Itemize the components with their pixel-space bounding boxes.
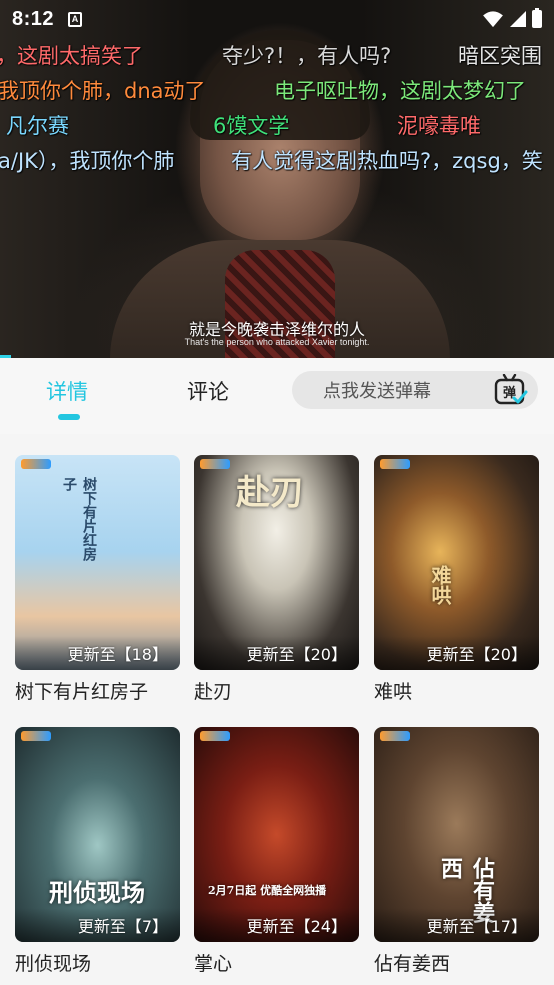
danmaku-comment: 凡尔赛 (6, 114, 69, 138)
drama-card[interactable]: 赴刃 更新至【20】 赴刃 (194, 455, 359, 704)
drama-poster[interactable]: 刑侦现场 更新至【7】 (15, 727, 180, 942)
status-time: 8:12 (12, 7, 55, 30)
drama-poster[interactable]: 难哄更新至【20】 (374, 455, 539, 670)
danmaku-comment: 电子呕吐物，这剧太梦幻了 (274, 79, 526, 103)
status-bar: 8:12 A (0, 0, 554, 38)
update-status-badge: 更新至【20】 (194, 636, 359, 670)
drama-card[interactable]: 佔有姜西 更新至【17】佔有姜西 (374, 727, 539, 976)
poster-calligraphy: 2月7日起 优酷全网独播 (208, 884, 327, 897)
poster-calligraphy: 树下有片红房子 (61, 477, 97, 561)
drama-title[interactable]: 难哄 (374, 677, 539, 704)
danmaku-comment: 6馍文学 (213, 114, 290, 138)
drama-card[interactable]: 2月7日起 优酷全网独播更新至【24】掌心 (194, 727, 359, 976)
platform-logo-icon (200, 731, 230, 741)
subtitle-english: That's the person who attacked Xavier to… (184, 337, 370, 347)
battery-icon (532, 8, 542, 28)
drama-title[interactable]: 刑侦现场 (15, 949, 180, 976)
drama-card[interactable]: 刑侦现场 更新至【7】 刑侦现场 (15, 727, 180, 976)
drama-grid: 树下有片红房子 更新至【18】 树下有片红房子 赴刃 更新至【20】 赴刃 难哄 更新至【20… (0, 434, 554, 985)
drama-poster[interactable]: 赴刃更新至【20】 (194, 455, 359, 670)
drama-title[interactable]: 掌心 (194, 949, 359, 976)
danmaku-comment: 暗区突围 (458, 44, 542, 68)
danmaku-comment: ，这剧太搞笑了 (0, 44, 143, 68)
danmaku-comment: 泥嚎毒唯 (397, 114, 481, 138)
danmaku-comment: a/JK），我顶你个肺 (0, 149, 175, 173)
update-status-badge: 更新至【7】 (15, 908, 180, 942)
update-status-badge: 更新至【18】 (15, 636, 180, 670)
platform-logo-icon (21, 731, 51, 741)
danmaku-input[interactable]: 点我发送弹幕 弹 (292, 371, 538, 409)
danmaku-comment: 我顶你个肺，dna动了 (0, 79, 206, 103)
poster-calligraphy: 刑侦现场 (49, 878, 145, 907)
video-player[interactable]: 8:12 A ，这剧太搞笑了 夺少?！，有人吗? 暗区突围我顶你个肺，dna动了 电子… (0, 0, 554, 358)
platform-logo-icon (380, 459, 410, 469)
drama-card[interactable]: 难哄 更新至【20】 难哄 (374, 455, 539, 704)
platform-logo-icon (380, 731, 410, 741)
drama-poster[interactable]: 佔有姜西 更新至【17】 (374, 727, 539, 942)
tab-bar: 详情 评论 点我发送弹幕 弹 (0, 358, 554, 434)
danmaku-toggle-icon[interactable]: 弹 (494, 374, 528, 406)
drama-poster[interactable]: 2月7日起 优酷全网独播更新至【24】 (194, 727, 359, 942)
platform-logo-icon (21, 459, 51, 469)
signal-icon (510, 11, 526, 27)
danmaku-comment: 有人觉得这剧热血吗?，zqsg，笑 (231, 149, 543, 173)
drama-title[interactable]: 赴刃 (194, 677, 359, 704)
poster-calligraphy: 赴刃 (236, 473, 304, 513)
drama-title[interactable]: 树下有片红房子 (15, 677, 180, 704)
poster-calligraphy: 难哄 (428, 565, 452, 605)
tab-active-indicator (58, 414, 80, 420)
notification-icon: A (68, 11, 83, 27)
danmaku-input-placeholder: 点我发送弹幕 (323, 381, 431, 402)
update-status-badge: 更新至【24】 (194, 908, 359, 942)
update-status-badge: 更新至【20】 (374, 636, 539, 670)
update-status-badge: 更新至【17】 (374, 908, 539, 942)
drama-card[interactable]: 树下有片红房子 更新至【18】 树下有片红房子 (15, 455, 180, 704)
drama-title[interactable]: 佔有姜西 (374, 949, 539, 976)
platform-logo-icon (200, 459, 230, 469)
danmaku-comment: 夺少?！，有人吗? (222, 44, 392, 68)
wifi-icon (483, 11, 503, 28)
tab-details[interactable]: 详情 (46, 376, 88, 406)
drama-poster[interactable]: 树下有片红房子更新至【18】 (15, 455, 180, 670)
tab-comments[interactable]: 评论 (187, 376, 229, 406)
